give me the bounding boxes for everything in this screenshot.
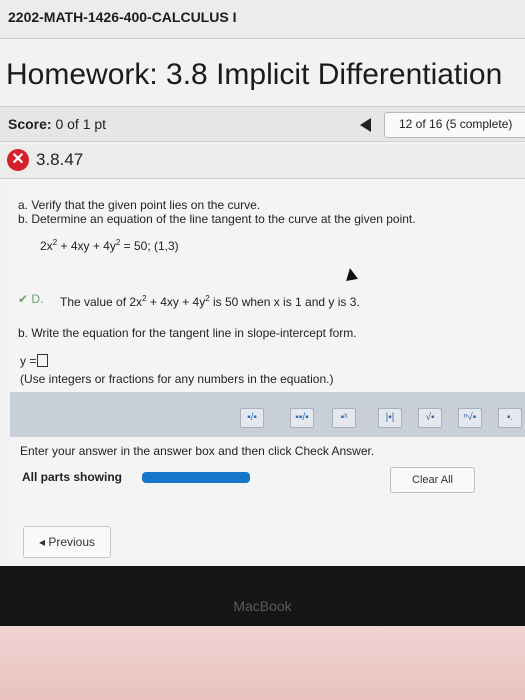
- result-part: + 4xy + 4y: [146, 295, 206, 309]
- equation-part: = 50; (1,3): [120, 239, 179, 253]
- answer-hint: (Use integers or fractions for any numbe…: [20, 372, 334, 386]
- given-equation: 2x2 + 4xy + 4y2 = 50; (1,3): [40, 238, 179, 253]
- instruction-b: b. Determine an equation of the line tan…: [18, 212, 416, 226]
- result-part: is 50 when x is 1 and y is 3.: [209, 295, 360, 309]
- clear-all-button[interactable]: Clear All: [390, 467, 475, 493]
- marker-label: D.: [31, 292, 44, 306]
- exponent-icon[interactable]: ▪ˣ: [332, 408, 356, 428]
- question-number: 3.8.47: [36, 150, 84, 169]
- laptop-bezel: [0, 566, 525, 626]
- equation-part: 2x: [40, 239, 53, 253]
- check-icon: ✔: [18, 292, 29, 306]
- part-a-marker: ✔ D.: [18, 292, 43, 306]
- math-toolbar: ▪/▪ ▪▪/▪ ▪ˣ |▪| √▪ ⁿ√▪ ▪.: [10, 392, 525, 437]
- equation-part: + 4xy + 4y: [57, 239, 116, 253]
- part-a-result: The value of 2x2 + 4xy + 4y2 is 50 when …: [60, 294, 360, 309]
- previous-question-icon[interactable]: [360, 118, 371, 132]
- device-brand: MacBook: [233, 598, 292, 614]
- decimal-icon[interactable]: ▪.: [498, 408, 522, 428]
- question-progress[interactable]: 12 of 16 (5 complete): [384, 112, 525, 138]
- result-part: The value of 2x: [60, 295, 143, 309]
- progress-text: 12 of 16 (5 complete): [399, 117, 513, 131]
- incorrect-icon: ✕: [7, 149, 29, 171]
- part-b-prompt: b. Write the equation for the tangent li…: [18, 326, 357, 340]
- all-parts-label: All parts showing: [22, 470, 123, 484]
- previous-button[interactable]: ◂ Previous: [23, 526, 111, 558]
- nth-root-icon[interactable]: ⁿ√▪: [458, 408, 482, 428]
- question-content: a. Verify that the given point lies on t…: [10, 180, 525, 560]
- keyboard-edge: [0, 626, 525, 700]
- homework-title: Homework: 3.8 Implicit Differentiation: [6, 58, 503, 91]
- answer-label: y =: [20, 354, 37, 368]
- enter-answer-text: Enter your answer in the answer box and …: [20, 444, 375, 458]
- score-bar: Score: 0 of 1 pt 12 of 16 (5 complete): [0, 106, 525, 142]
- score: Score: 0 of 1 pt: [8, 116, 106, 132]
- fraction-icon[interactable]: ▪/▪: [240, 408, 264, 428]
- parts-progress-bar: [142, 472, 250, 483]
- course-header: 2202-MATH-1426-400-CALCULUS I: [0, 0, 525, 39]
- score-value: 0 of 1 pt: [55, 116, 107, 132]
- mixed-number-icon[interactable]: ▪▪/▪: [290, 408, 314, 428]
- answer-input[interactable]: [37, 354, 49, 367]
- browser-screen: 2202-MATH-1426-400-CALCULUS I Homework: …: [0, 0, 525, 566]
- mouse-pointer-icon: [344, 267, 358, 281]
- absolute-value-icon[interactable]: |▪|: [378, 408, 402, 428]
- score-label: Score:: [8, 116, 52, 132]
- instruction-a: a. Verify that the given point lies on t…: [18, 198, 261, 212]
- question-header: ✕ 3.8.47: [0, 144, 525, 179]
- course-title: 2202-MATH-1426-400-CALCULUS I: [8, 9, 237, 25]
- answer-row: y =: [20, 354, 49, 368]
- sqrt-icon[interactable]: √▪: [418, 408, 442, 428]
